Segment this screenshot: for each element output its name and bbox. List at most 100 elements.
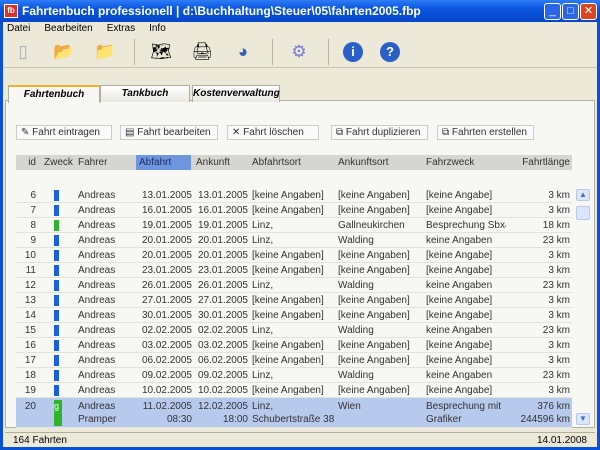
cell-fahrzweck: [keine Angabe] bbox=[426, 190, 493, 201]
cell-ankunftsort: [keine Angaben] bbox=[338, 295, 410, 306]
table-row[interactable]: 16 Andreas 03.02.2005 03.02.2005 [keine Anga… bbox=[16, 338, 572, 353]
maximize-button[interactable]: □ bbox=[562, 3, 579, 20]
purpose-color-marker bbox=[54, 295, 59, 306]
cell-ankunftsort: Wien bbox=[338, 401, 361, 412]
scroll-up-icon[interactable]: ▲ bbox=[576, 189, 590, 201]
table-row-selected[interactable]: 20 g Andreas Pramper 11.02.2005 08:30 12.02.… bbox=[16, 398, 572, 428]
col-zweck[interactable]: Zweck bbox=[44, 155, 73, 170]
cell-fahrzweck: [keine Angabe] bbox=[426, 295, 493, 306]
cell-ankunftsort: [keine Angaben] bbox=[338, 310, 410, 321]
table-row[interactable]: 19 Andreas 10.02.2005 10.02.2005 [keine Anga… bbox=[16, 383, 572, 398]
table-row[interactable]: 18 Andreas 09.02.2005 09.02.2005 Linz, Waldin… bbox=[16, 368, 572, 383]
edit-trip-button[interactable]: ▤ Fahrt bearbeiten bbox=[120, 125, 218, 140]
close-button[interactable]: ✕ bbox=[580, 3, 597, 20]
cell-fahrzweck: [keine Angabe] bbox=[426, 355, 493, 366]
cell-fahrtlaenge: 23 km bbox=[542, 370, 570, 381]
cell-id: 8 bbox=[30, 220, 36, 231]
cell-fahrer: Andreas bbox=[78, 205, 116, 216]
document-icon: ▤ bbox=[125, 127, 138, 138]
vertical-scrollbar[interactable]: ▲ ▼ bbox=[576, 188, 591, 426]
save-folder-icon[interactable]: 📁 bbox=[93, 40, 117, 64]
cell-fahrzweck: [keine Angabe] bbox=[426, 205, 493, 216]
printer-icon[interactable]: 🖨 bbox=[190, 40, 214, 64]
tab-tankbuch[interactable]: Tankbuch bbox=[100, 85, 190, 102]
table-row[interactable]: 7 Andreas 16.01.2005 16.01.2005 [keine Angab… bbox=[16, 203, 572, 218]
minimize-button[interactable]: _ bbox=[544, 3, 561, 20]
col-ankunftsort[interactable]: Ankunftsort bbox=[338, 155, 389, 170]
map-icon[interactable]: 🗺 bbox=[149, 40, 173, 64]
col-id[interactable]: id bbox=[16, 155, 36, 170]
col-fahrtlaenge[interactable]: Fahrtlänge bbox=[506, 155, 570, 170]
col-abfahrt[interactable]: Abfahrt bbox=[136, 155, 191, 170]
new-file-icon[interactable]: ▯ bbox=[11, 40, 35, 64]
scroll-thumb[interactable] bbox=[576, 206, 590, 220]
cell-abfahrtsort: [keine Angaben] bbox=[252, 265, 324, 276]
cell-id: 16 bbox=[24, 340, 36, 351]
cell-abfahrtsort: [keine Angaben] bbox=[252, 250, 324, 261]
cell-ankunft: 27.01.2005 bbox=[197, 295, 248, 306]
cell-ankunft: 12.02.2005 18:00 bbox=[197, 401, 248, 425]
cell-abfahrt: 27.01.2005 bbox=[141, 295, 192, 306]
add-trip-button[interactable]: ✎ Fahrt eintragen bbox=[16, 125, 112, 140]
cell-abfahrt: 23.01.2005 bbox=[141, 265, 192, 276]
cell-fahrtlaenge: 23 km bbox=[542, 235, 570, 246]
cell-fahrer: Andreas bbox=[78, 325, 116, 336]
cell-fahrzweck: [keine Angabe] bbox=[426, 265, 493, 276]
cell-fahrtlaenge: 18 km bbox=[542, 220, 570, 231]
cell-id: 19 bbox=[24, 385, 36, 396]
table-row[interactable]: 9 Andreas 20.01.2005 20.01.2005 Linz, Walding… bbox=[16, 233, 572, 248]
cell-ankunftsort: Walding bbox=[338, 280, 374, 291]
cell-fahrtlaenge: 3 km bbox=[548, 355, 570, 366]
col-fahrzweck[interactable]: Fahrzweck bbox=[426, 155, 474, 170]
create-trips-label: Fahrten erstellen bbox=[451, 127, 527, 138]
cell-fahrtlaenge: 3 km bbox=[548, 385, 570, 396]
cell-fahrer: Andreas bbox=[78, 280, 116, 291]
table-row[interactable]: 14 Andreas 30.01.2005 30.01.2005 [keine Anga… bbox=[16, 308, 572, 323]
purpose-color-marker bbox=[54, 250, 59, 261]
table-row[interactable]: 8 Andreas 19.01.2005 19.01.2005 Linz, Gallneu… bbox=[16, 218, 572, 233]
create-trips-button[interactable]: ⧉ Fahrten erstellen bbox=[437, 125, 534, 140]
cell-abfahrtsort: [keine Angaben] bbox=[252, 340, 324, 351]
toolbar-separator bbox=[328, 38, 329, 65]
table-row[interactable]: 11 Andreas 23.01.2005 23.01.2005 [keine Anga… bbox=[16, 263, 572, 278]
purpose-color-marker bbox=[54, 190, 59, 201]
help-icon[interactable]: ? bbox=[380, 41, 400, 62]
cell-ankunft: 16.01.2005 bbox=[197, 205, 248, 216]
tab-fahrtenbuch[interactable]: Fahrtenbuch bbox=[8, 85, 100, 103]
col-ankunft[interactable]: Ankunft bbox=[196, 155, 230, 170]
purpose-color-marker bbox=[54, 340, 59, 351]
menu-extras[interactable]: Extras bbox=[107, 22, 135, 36]
menu-datei[interactable]: Datei bbox=[7, 22, 30, 36]
open-folder-icon[interactable]: 📂 bbox=[52, 40, 76, 64]
table-row[interactable]: 13 Andreas 27.01.2005 27.01.2005 [keine Anga… bbox=[16, 293, 572, 308]
delete-trip-button[interactable]: ✕ Fahrt löschen bbox=[227, 125, 319, 140]
cell-ankunft: 23.01.2005 bbox=[197, 265, 248, 276]
table-row[interactable]: 12 Andreas 26.01.2005 26.01.2005 Linz, Waldin… bbox=[16, 278, 572, 293]
info-icon[interactable]: i bbox=[343, 41, 363, 62]
scroll-down-icon[interactable]: ▼ bbox=[576, 413, 590, 425]
table-row[interactable]: 17 Andreas 06.02.2005 06.02.2005 [keine Anga… bbox=[16, 353, 572, 368]
cell-fahrzweck: keine Angaben bbox=[426, 280, 493, 291]
col-abfahrtsort[interactable]: Abfahrtsort bbox=[252, 155, 301, 170]
settings-gear-icon[interactable]: ⚙ bbox=[287, 40, 311, 64]
cell-ankunftsort: Walding bbox=[338, 370, 374, 381]
cell-ankunftsort: Walding bbox=[338, 235, 374, 246]
table-row[interactable]: 15 Andreas 02.02.2005 02.02.2005 Linz, Waldin… bbox=[16, 323, 572, 338]
table-row[interactable]: 10 Andreas 20.01.2005 20.01.2005 [keine Anga… bbox=[16, 248, 572, 263]
menu-info[interactable]: Info bbox=[149, 22, 166, 36]
col-fahrer[interactable]: Fahrer bbox=[78, 155, 107, 170]
purpose-color-marker bbox=[54, 205, 59, 216]
title-bar: fb Fahrtenbuch professionell | d:\Buchhal… bbox=[0, 0, 600, 22]
cell-ankunft: 09.02.2005 bbox=[197, 370, 248, 381]
cell-fahrzweck: Besprechung Sbx4 bbox=[426, 220, 506, 231]
cell-ankunftsort: Walding bbox=[338, 325, 374, 336]
cell-fahrtlaenge: 23 km bbox=[542, 280, 570, 291]
cell-abfahrt: 06.02.2005 bbox=[141, 355, 192, 366]
duplicate-trip-button[interactable]: ⧉ Fahrt duplizieren bbox=[331, 125, 428, 140]
cell-fahrer: Andreas bbox=[78, 190, 116, 201]
tab-kostenverwaltung[interactable]: Kostenverwaltung bbox=[192, 85, 280, 102]
toolbar: ▯ 📂 📁 🗺 🖨 ◕ ⚙ i ? bbox=[3, 36, 597, 68]
table-row[interactable]: 6 Andreas 13.01.2005 13.01.2005 [keine Angab… bbox=[16, 188, 572, 203]
chart-icon[interactable]: ◕ bbox=[231, 40, 255, 64]
menu-bearbeiten[interactable]: Bearbeiten bbox=[44, 22, 92, 36]
